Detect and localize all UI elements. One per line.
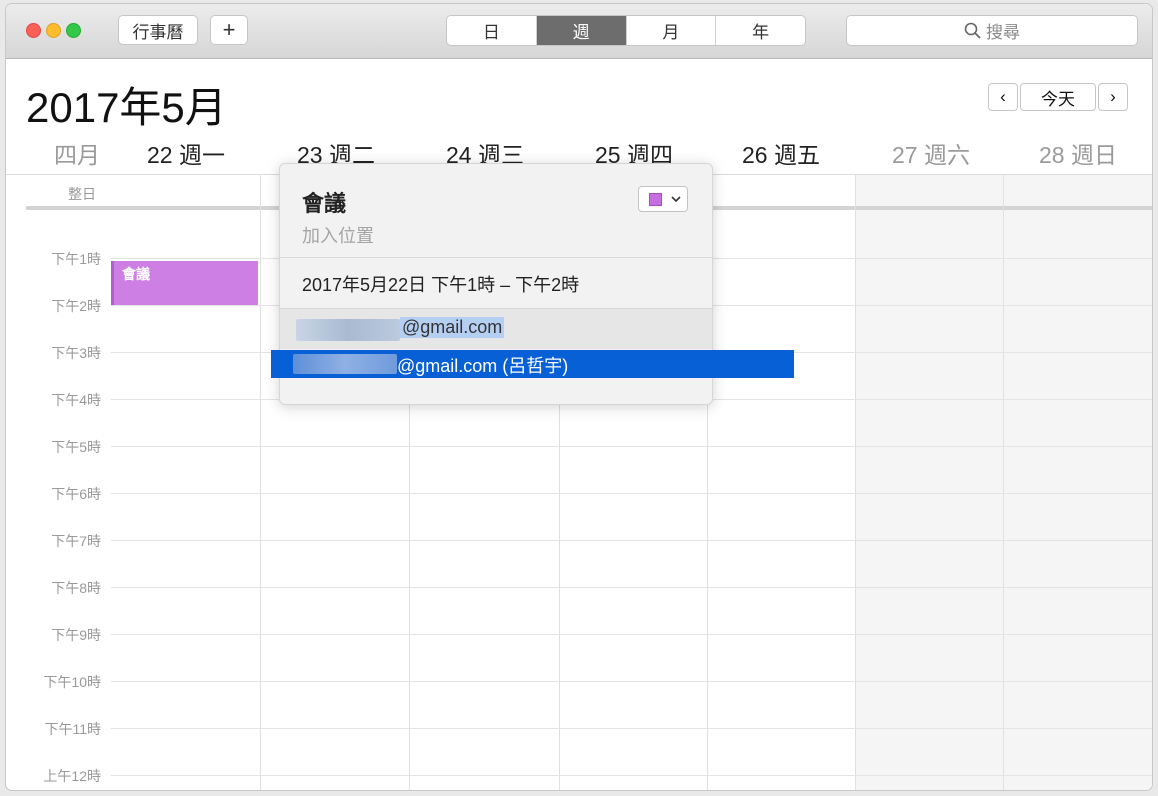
hour-label: 下午9時 <box>51 627 101 643</box>
hour-label: 下午8時 <box>51 580 101 596</box>
day-column-divider <box>260 174 261 790</box>
day-header-sat[interactable]: 27 週六 <box>892 136 970 170</box>
hour-line <box>111 540 1152 541</box>
view-year-tab[interactable]: 年 <box>715 16 805 45</box>
minimize-window-button[interactable] <box>46 23 61 38</box>
hour-label: 下午5時 <box>51 439 101 455</box>
hour-line <box>111 446 1152 447</box>
view-switcher: 日 週 月 年 <box>446 15 806 46</box>
event-title: 會議 <box>122 266 150 282</box>
calendar-event[interactable]: 會議 <box>111 261 258 305</box>
redacted-email-prefix <box>293 354 397 374</box>
magnifier-icon <box>964 22 981 39</box>
day-header-fri[interactable]: 26 週五 <box>742 136 820 170</box>
hour-line <box>111 634 1152 635</box>
hour-line <box>111 728 1152 729</box>
redacted-email-prefix <box>296 319 400 341</box>
invitee-suggestion[interactable]: @gmail.com (呂哲宇) <box>271 350 794 378</box>
suggestion-text: @gmail.com (呂哲宇) <box>397 356 569 376</box>
hour-label: 下午7時 <box>51 533 101 549</box>
weekend-background <box>856 174 1152 790</box>
popover-divider <box>280 257 712 258</box>
color-swatch-icon <box>649 193 662 206</box>
hour-label: 下午3時 <box>51 345 101 361</box>
hour-label: 下午10時 <box>43 674 101 690</box>
view-week-tab[interactable]: 週 <box>535 16 626 45</box>
chevron-right-icon: › <box>1110 87 1116 106</box>
view-month-tab[interactable]: 月 <box>625 16 716 45</box>
all-day-label: 整日 <box>68 186 96 202</box>
calendar-window: 行事曆 + 日 週 月 年 搜尋 2017年5月 ‹ 今天 › 四月 22 週一… <box>6 4 1152 790</box>
search-field[interactable]: 搜尋 <box>846 15 1138 46</box>
zoom-window-button[interactable] <box>66 23 81 38</box>
search-placeholder: 搜尋 <box>986 23 1020 42</box>
hour-line <box>111 493 1152 494</box>
invitee-input-text[interactable]: @gmail.com <box>400 317 505 338</box>
calendars-button[interactable]: 行事曆 <box>118 15 198 45</box>
day-column-divider <box>1003 174 1004 790</box>
invitee-input-row[interactable]: @gmail.com <box>280 309 712 349</box>
day-column-divider <box>855 174 856 790</box>
hour-label: 下午1時 <box>51 251 101 267</box>
hour-label: 上午12時 <box>43 768 101 784</box>
day-header-month: 四月 <box>54 142 100 168</box>
location-field[interactable]: 加入位置 <box>302 222 374 248</box>
today-button[interactable]: 今天 <box>1020 83 1096 111</box>
next-week-button[interactable]: › <box>1098 83 1128 111</box>
calendar-color-picker[interactable] <box>638 186 688 212</box>
day-header-mon[interactable]: 22 週一 <box>147 136 225 170</box>
add-event-button[interactable]: + <box>210 15 248 45</box>
event-title-field[interactable]: 會議 <box>302 186 346 218</box>
chevron-down-icon <box>671 196 681 203</box>
hour-line <box>111 587 1152 588</box>
hour-label: 下午6時 <box>51 486 101 502</box>
toolbar: 行事曆 + 日 週 月 年 搜尋 <box>6 4 1152 59</box>
hour-label: 下午11時 <box>44 721 101 737</box>
hour-label: 下午2時 <box>51 298 101 314</box>
previous-week-button[interactable]: ‹ <box>988 83 1018 111</box>
chevron-left-icon: ‹ <box>1000 87 1006 106</box>
close-window-button[interactable] <box>26 23 41 38</box>
hour-label: 下午4時 <box>51 392 101 408</box>
hour-line <box>111 681 1152 682</box>
event-datetime[interactable]: 2017年5月22日 下午1時 – 下午2時 <box>302 271 579 297</box>
hour-line <box>111 775 1152 776</box>
view-day-tab[interactable]: 日 <box>447 16 536 45</box>
month-title: 2017年5月 <box>26 84 227 131</box>
day-header-sun[interactable]: 28 週日 <box>1039 136 1117 170</box>
